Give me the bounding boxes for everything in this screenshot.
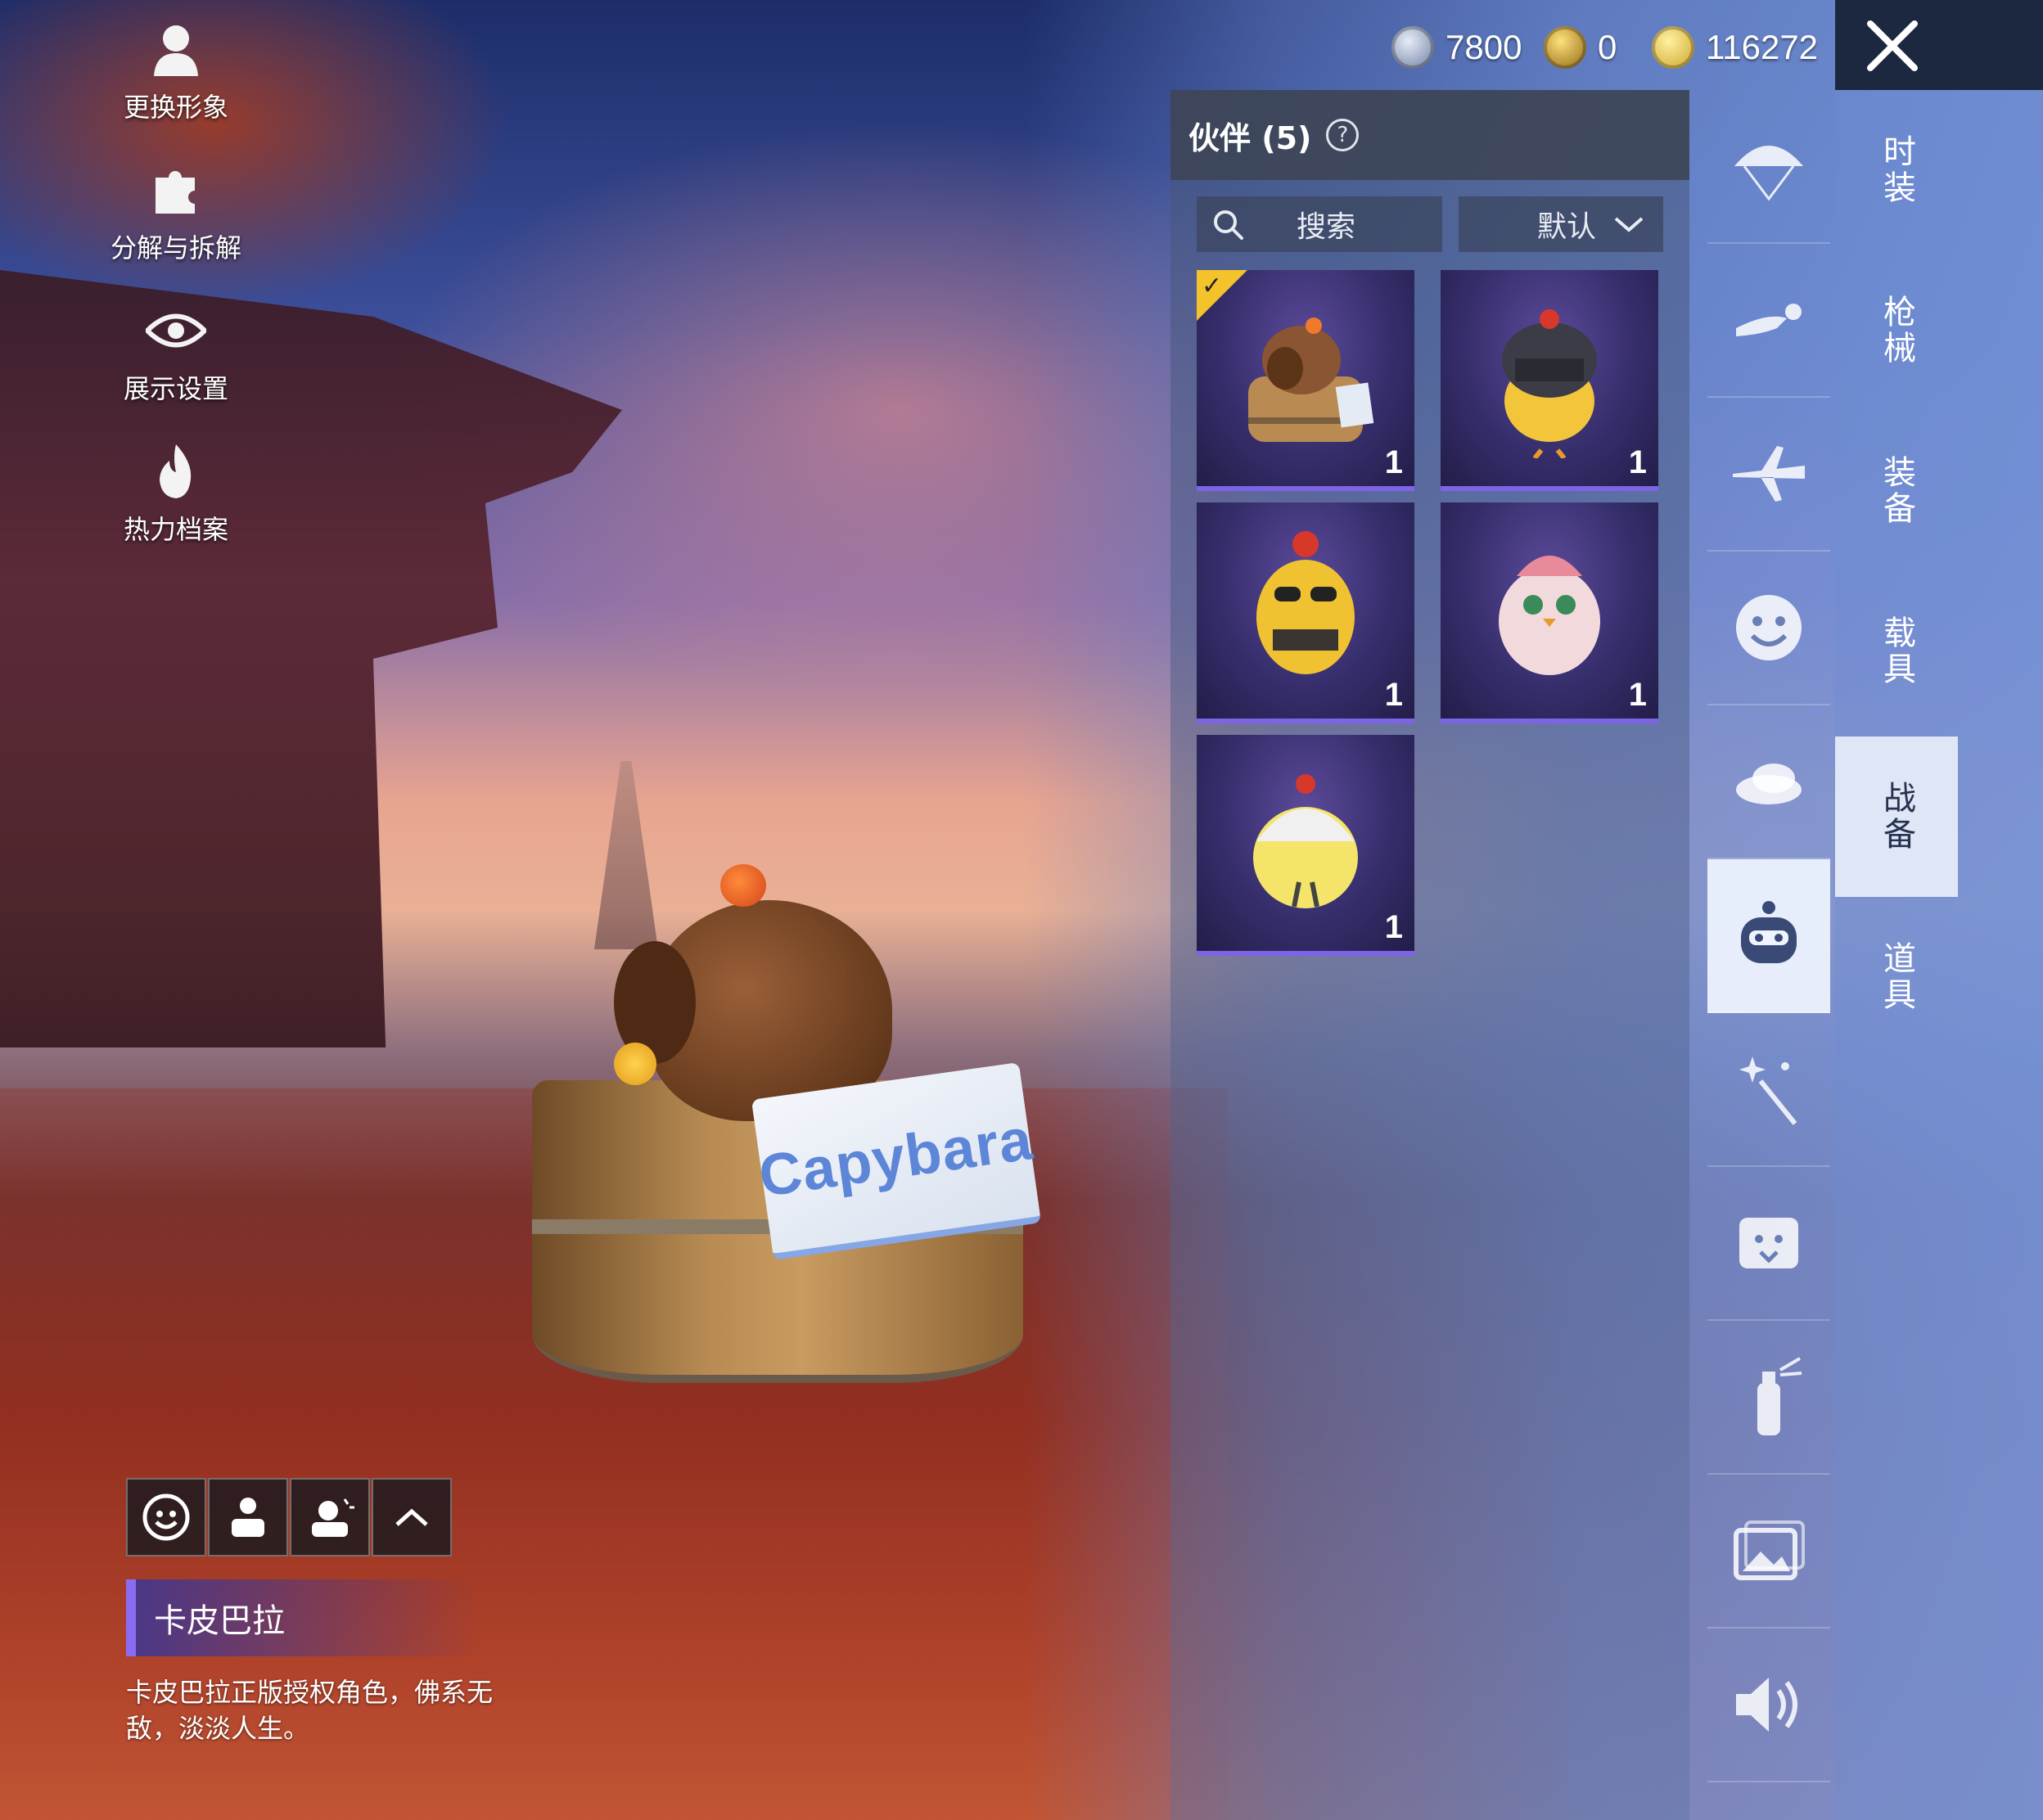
heat-profile-label: 热力档案 [123, 514, 228, 545]
search-label: 搜索 [1297, 210, 1356, 244]
sort-dropdown[interactable]: 默认 [1459, 196, 1663, 252]
pet-action-icon [312, 1498, 354, 1537]
airplane-icon [1733, 446, 1805, 502]
puzzle-icon [143, 157, 209, 223]
rail-gallery[interactable] [1707, 1475, 1830, 1629]
speaker-icon [1736, 1678, 1797, 1732]
pet-name-bar: 卡皮巴拉 [126, 1579, 480, 1656]
help-icon[interactable]: ? [1326, 119, 1360, 151]
sparkle-wand-icon [1739, 1056, 1797, 1125]
tab-weapons[interactable]: 枪械 [1835, 250, 1958, 411]
pet-card-hat-chick[interactable]: 1 [1197, 735, 1414, 956]
pet-name: 卡皮巴拉 [154, 1602, 285, 1640]
panel-title: 伙伴 (5) [1188, 119, 1312, 156]
rail-companion[interactable] [1707, 859, 1830, 1013]
sunglasses-chick-thumbnail [1224, 523, 1387, 698]
pet-card-sunglasses-chick[interactable]: 1 [1197, 502, 1414, 723]
pet-pose-icon [232, 1498, 264, 1537]
emote-face-icon [1736, 595, 1802, 660]
search-icon [1210, 206, 1246, 242]
panel-header: 伙伴 (5) ? [1170, 90, 1689, 180]
rail-spray[interactable] [1707, 1321, 1830, 1475]
search-input[interactable]: 搜索 [1197, 196, 1442, 252]
close-icon [1867, 20, 1918, 71]
pet-description: 卡皮巴拉正版授权角色，佛系无敌，淡淡人生。 [126, 1677, 494, 1744]
rail-parachute[interactable] [1707, 90, 1830, 244]
tab-equipment[interactable]: 装备 [1835, 411, 1958, 571]
rail-chicken[interactable] [1707, 705, 1830, 859]
coupon-currency[interactable]: 0 [1544, 18, 1617, 77]
decompose-label: 分解与拆解 [110, 232, 241, 264]
rail-sound[interactable] [1707, 1629, 1830, 1782]
pose-button[interactable] [208, 1478, 288, 1556]
action-button[interactable] [290, 1478, 370, 1556]
rail-emote[interactable] [1707, 552, 1830, 705]
display-settings-button[interactable]: 展示设置 [90, 298, 262, 439]
pet-count: 1 [1628, 444, 1647, 480]
sticker-icon [1739, 1218, 1798, 1268]
close-button[interactable] [1860, 11, 1925, 80]
emote-button[interactable] [126, 1478, 206, 1556]
coupon-value: 0 [1598, 28, 1617, 66]
coupon-coin-icon [1544, 26, 1586, 69]
pink-chick-thumbnail [1468, 527, 1631, 694]
tab-fashion[interactable]: 时装 [1835, 90, 1958, 250]
category-tabs: 时装 枪械 装备 载具 战备 道具 [1835, 90, 2043, 1820]
pet-count: 1 [1384, 909, 1403, 945]
pet-count: 1 [1384, 677, 1403, 713]
rail-airplane[interactable] [1707, 398, 1830, 552]
equipped-badge: ✓ [1197, 270, 1247, 321]
rubber-duck [614, 1043, 656, 1085]
chevron-up-icon [395, 1508, 428, 1526]
rail-skydiver[interactable] [1707, 244, 1830, 398]
heat-profile-button[interactable]: 热力档案 [90, 439, 262, 579]
pet-count: 1 [1384, 444, 1403, 480]
emote-face-icon [142, 1493, 190, 1541]
left-menu: 更换形象 分解与拆解 展示设置 热力档案 [90, 16, 262, 579]
pet-action-bar [126, 1478, 453, 1556]
decompose-button[interactable]: 分解与拆解 [90, 157, 262, 298]
eye-icon [143, 298, 209, 363]
expand-button[interactable] [372, 1478, 452, 1556]
sort-label: 默认 [1536, 210, 1596, 244]
partner-panel: 伙伴 (5) ? 搜索 默认 ✓ 1 1 1 1 1 [1170, 90, 1689, 1820]
orange-on-head [720, 864, 766, 907]
silver-value: 7800 [1445, 28, 1522, 66]
chicken-icon [1736, 764, 1802, 804]
capybara-thumbnail [1224, 295, 1387, 462]
silver-coin-icon [1391, 26, 1434, 69]
parachute-icon [1734, 146, 1803, 201]
gold-currency[interactable]: 116272 [1652, 18, 1818, 77]
rail-sticker[interactable] [1707, 1167, 1830, 1321]
tab-vehicles[interactable]: 载具 [1835, 571, 1958, 732]
flame-icon [143, 439, 209, 504]
hat-chick-thumbnail [1224, 759, 1387, 926]
tab-battle-gear[interactable]: 战备 [1835, 737, 1958, 897]
tab-items[interactable]: 道具 [1835, 897, 1958, 1057]
pet-card-pink-chick[interactable]: 1 [1441, 502, 1658, 723]
gold-value: 116272 [1706, 28, 1819, 66]
change-appearance-button[interactable]: 更换形象 [90, 16, 262, 157]
rail-effects[interactable] [1707, 1013, 1830, 1167]
spray-icon [1757, 1357, 1802, 1435]
capybara-model[interactable]: Capybara [524, 851, 1048, 1383]
display-settings-label: 展示设置 [123, 373, 228, 404]
gallery-icon [1734, 1520, 1805, 1580]
companion-icon [1741, 901, 1797, 963]
pet-card-helmet-chick[interactable]: 1 [1441, 270, 1658, 491]
silhouette-icon [143, 16, 209, 82]
skydiver-icon [1736, 304, 1802, 336]
category-icon-rail [1707, 90, 1830, 1782]
gold-coin-icon [1652, 26, 1694, 69]
chevron-down-icon [1612, 208, 1645, 241]
pet-card-capybara[interactable]: ✓ 1 [1197, 270, 1414, 491]
helmet-chick-thumbnail [1468, 295, 1631, 462]
silver-currency[interactable]: 7800 [1391, 18, 1522, 77]
pet-count: 1 [1628, 677, 1647, 713]
change-appearance-label: 更换形象 [123, 92, 228, 123]
